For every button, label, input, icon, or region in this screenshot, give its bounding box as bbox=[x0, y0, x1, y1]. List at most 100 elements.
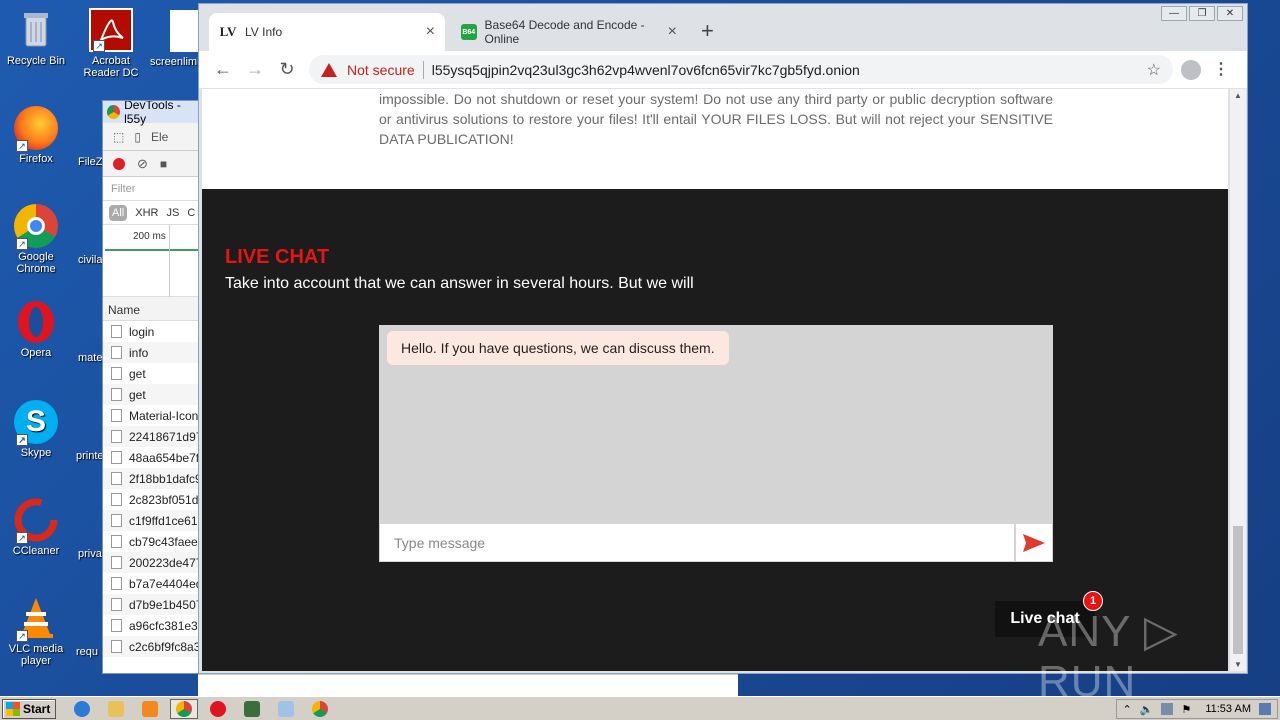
inspect-icon[interactable]: ⬚ bbox=[113, 130, 124, 144]
message-input[interactable] bbox=[380, 524, 1014, 561]
camera-icon[interactable]: ■ bbox=[160, 157, 167, 171]
terminal-taskbar-button[interactable] bbox=[238, 699, 266, 719]
request-row[interactable]: get bbox=[103, 384, 201, 405]
priva-shortcut[interactable]: priva bbox=[78, 548, 102, 560]
send-button[interactable] bbox=[1016, 524, 1052, 561]
request-row[interactable]: d7b9e1b4507 bbox=[103, 594, 201, 615]
start-button[interactable]: Start bbox=[2, 698, 56, 719]
request-row[interactable]: a96cfc381e33 bbox=[103, 615, 201, 636]
record-icon[interactable] bbox=[113, 157, 125, 170]
reload-icon[interactable]: ↻ bbox=[271, 59, 303, 80]
explorer-taskbar-button[interactable] bbox=[102, 699, 130, 719]
ie-taskbar-button[interactable] bbox=[68, 699, 96, 719]
request-row[interactable]: get bbox=[103, 363, 201, 384]
request-row[interactable]: 22418671d97 bbox=[103, 426, 201, 447]
maximize-icon[interactable]: ❐ bbox=[1189, 6, 1215, 21]
request-row[interactable]: cb79c43faee9 bbox=[103, 531, 201, 552]
close-icon[interactable]: ✕ bbox=[1217, 6, 1243, 21]
media-player-icon bbox=[142, 700, 158, 717]
skype-shortcut[interactable]: S ↗ Skype bbox=[0, 400, 72, 459]
recycle-bin-icon bbox=[14, 8, 58, 52]
chat-message: Hello. If you have questions, we can dis… bbox=[387, 331, 729, 365]
filter-input[interactable]: Filter bbox=[103, 177, 201, 201]
name-column-header[interactable]: Name bbox=[103, 297, 201, 321]
chrome-icon bbox=[176, 700, 192, 717]
filter-js[interactable]: JS bbox=[166, 207, 179, 219]
firefox-shortcut[interactable]: ↗ Firefox bbox=[0, 106, 72, 165]
devtools-titlebar[interactable]: DevTools - l55y bbox=[103, 100, 201, 126]
request-name: cb79c43faee9 bbox=[129, 534, 202, 549]
forward-icon[interactable]: → bbox=[239, 59, 271, 80]
chrome-taskbar-button[interactable] bbox=[170, 698, 198, 719]
request-row[interactable]: 2c823bf051dl bbox=[103, 489, 201, 510]
civila-shortcut[interactable]: civila bbox=[78, 254, 102, 266]
tab-lv-info[interactable]: LV LV Info × bbox=[209, 13, 445, 51]
tab-base64[interactable]: B64 Base64 Decode and Encode - Online × bbox=[451, 13, 687, 51]
chrome-taskbar-button-2[interactable] bbox=[306, 699, 334, 719]
tab-title: Base64 Decode and Encode - Online bbox=[484, 18, 645, 46]
request-row[interactable]: 2f18bb1dafc9 bbox=[103, 468, 201, 489]
clock[interactable]: 11:53 AM bbox=[1205, 703, 1251, 715]
filter-all[interactable]: All bbox=[109, 204, 128, 221]
devtools-window[interactable]: DevTools - l55y ⬚ ▯ Ele ⊘ ■ Filter All X… bbox=[102, 100, 202, 674]
show-desktop-icon[interactable] bbox=[1259, 703, 1271, 715]
filter-xhr[interactable]: XHR bbox=[135, 207, 158, 219]
mate-shortcut[interactable]: mate bbox=[78, 352, 102, 364]
minimize-icon[interactable]: — bbox=[1161, 6, 1187, 21]
request-name: 48aa654be7f8 bbox=[129, 450, 202, 465]
warning-icon[interactable] bbox=[321, 62, 337, 77]
request-name: d7b9e1b4507 bbox=[129, 597, 202, 612]
file-icon bbox=[111, 451, 122, 464]
timeline-bar bbox=[105, 249, 201, 251]
screenlimi-shortcut[interactable]: screenlimi bbox=[150, 10, 200, 68]
request-row[interactable]: c1f9ffd1ce610 bbox=[103, 510, 201, 531]
ccleaner-shortcut[interactable]: ↗ CCleaner bbox=[0, 498, 72, 557]
request-row[interactable]: b7a7e4404ed bbox=[103, 573, 201, 594]
shortcut-arrow-icon: ↗ bbox=[93, 40, 105, 52]
tray-expand-icon[interactable]: ⌃ bbox=[1123, 703, 1132, 716]
account-icon[interactable] bbox=[1181, 60, 1201, 80]
security-label[interactable]: Not secure bbox=[347, 62, 415, 78]
vlc-shortcut[interactable]: ↗ VLC media player bbox=[0, 596, 72, 667]
chrome-icon bbox=[107, 105, 121, 119]
bookmark-star-icon[interactable]: ☆ bbox=[1147, 60, 1161, 80]
devtools-title: DevTools - l55y bbox=[124, 100, 181, 126]
new-tab-icon[interactable]: + bbox=[701, 18, 714, 44]
scrollbar[interactable]: ▲ ▼ bbox=[1230, 89, 1246, 671]
request-row[interactable]: info bbox=[103, 342, 201, 363]
media-taskbar-button[interactable] bbox=[136, 699, 164, 719]
close-tab-icon[interactable]: × bbox=[426, 23, 435, 41]
volume-icon[interactable]: 🔈 bbox=[1140, 703, 1154, 716]
menu-icon[interactable]: ⋮ bbox=[1213, 59, 1229, 79]
browser-window[interactable]: LV LV Info × B64 Base64 Decode and Encod… bbox=[198, 3, 1248, 674]
notepad-taskbar-button[interactable] bbox=[272, 699, 300, 719]
skype-icon: S ↗ bbox=[14, 400, 58, 446]
device-toggle-icon[interactable]: ▯ bbox=[134, 130, 141, 144]
recycle-bin-shortcut[interactable]: Recycle Bin bbox=[0, 8, 72, 67]
request-name: info bbox=[129, 345, 149, 360]
chrome-shortcut[interactable]: ↗ Google Chrome bbox=[0, 204, 72, 275]
acrobat-shortcut[interactable]: ↗ Acrobat Reader DC bbox=[75, 8, 147, 79]
request-row[interactable]: Material-Icon bbox=[103, 405, 201, 426]
network-icon[interactable] bbox=[1161, 703, 1174, 715]
address-bar[interactable]: Not secure l55ysq5qjpin2vq23ul3gc3h62vp4… bbox=[309, 55, 1173, 84]
opera-shortcut[interactable]: Opera bbox=[0, 300, 72, 359]
clear-icon[interactable]: ⊘ bbox=[137, 156, 148, 172]
tab-strip: LV LV Info × B64 Base64 Decode and Encod… bbox=[199, 4, 1247, 51]
elements-tab[interactable]: Ele bbox=[151, 130, 168, 144]
filter-css[interactable]: C bbox=[187, 207, 195, 219]
flag-icon[interactable]: ⚑ bbox=[1181, 703, 1191, 716]
request-row[interactable]: 200223de477 bbox=[103, 552, 201, 573]
requ-shortcut[interactable]: requ bbox=[76, 646, 98, 658]
filezilla-shortcut[interactable]: FileZ bbox=[78, 156, 102, 168]
printe-shortcut[interactable]: printe bbox=[76, 450, 104, 462]
url-text[interactable]: l55ysq5qjpin2vq23ul3gc3h62vp4wvenl7ov6fc… bbox=[432, 62, 860, 78]
close-tab-icon[interactable]: × bbox=[668, 23, 677, 41]
system-tray: ⌃ 🔈 ⚑ 11:53 AM bbox=[1115, 699, 1278, 719]
scroll-up-icon[interactable]: ▲ bbox=[1234, 91, 1242, 100]
back-icon[interactable]: ← bbox=[207, 59, 239, 80]
request-row[interactable]: 48aa654be7f8 bbox=[103, 447, 201, 468]
request-row[interactable]: c2c6bf9fc8a3 bbox=[103, 636, 201, 657]
request-row[interactable]: login bbox=[103, 321, 201, 342]
opera-taskbar-button[interactable] bbox=[204, 699, 232, 719]
